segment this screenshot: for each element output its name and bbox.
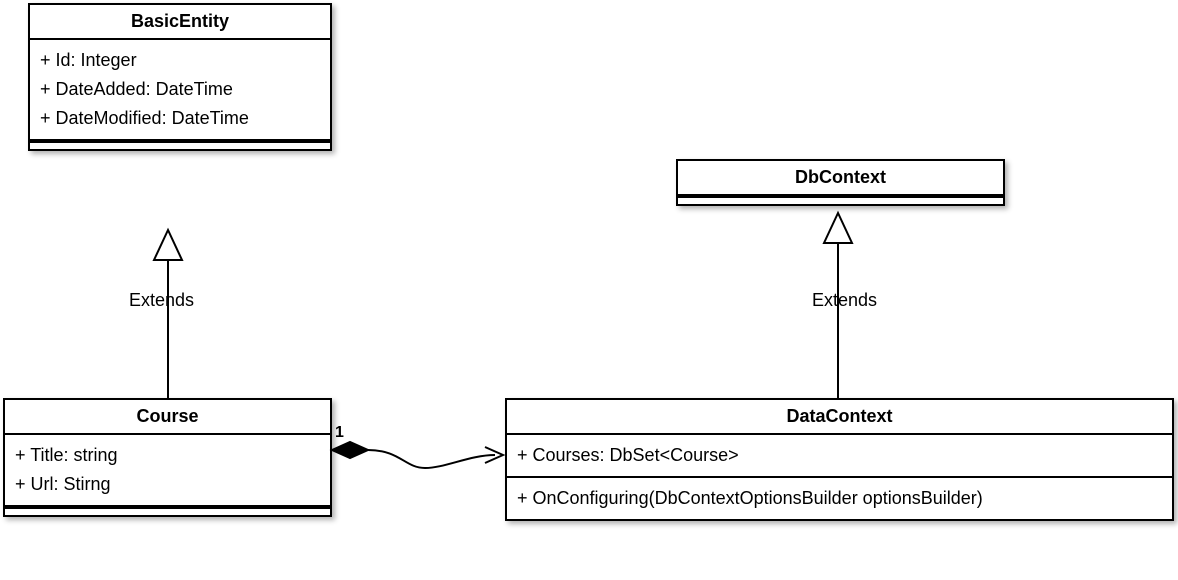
attribute: + Id: Integer xyxy=(40,46,320,75)
class-basicentity: BasicEntity + Id: Integer + DateAdded: D… xyxy=(28,3,332,151)
class-operations-empty xyxy=(30,141,330,149)
attribute: + Title: string xyxy=(15,441,320,470)
arrowhead-icon xyxy=(485,447,503,463)
attribute: + Courses: DbSet<Course> xyxy=(517,441,1162,470)
attribute: + DateAdded: DateTime xyxy=(40,75,320,104)
extends-label: Extends xyxy=(127,290,196,311)
class-datacontext: DataContext + Courses: DbSet<Course> + O… xyxy=(505,398,1174,521)
attribute: + Url: Stirng xyxy=(15,470,320,499)
class-attributes: + Id: Integer + DateAdded: DateTime + Da… xyxy=(30,40,330,141)
inheritance-arrowhead-icon xyxy=(824,213,852,243)
class-operations-empty xyxy=(5,507,330,515)
class-body-empty xyxy=(678,196,1003,204)
class-name: DbContext xyxy=(678,161,1003,196)
class-course: Course + Title: string + Url: Stirng xyxy=(3,398,332,517)
composition-diamond-icon xyxy=(332,442,368,458)
class-name: BasicEntity xyxy=(30,5,330,40)
operation: + OnConfiguring(DbContextOptionsBuilder … xyxy=(517,484,1162,513)
uml-canvas: BasicEntity + Id: Integer + DateAdded: D… xyxy=(0,0,1178,580)
class-operations: + OnConfiguring(DbContextOptionsBuilder … xyxy=(507,478,1172,519)
class-dbcontext: DbContext xyxy=(676,159,1005,206)
class-attributes: + Courses: DbSet<Course> xyxy=(507,435,1172,478)
attribute: + DateModified: DateTime xyxy=(40,104,320,133)
composition-course-datacontext xyxy=(332,442,503,468)
class-name: Course xyxy=(5,400,330,435)
generalization-course-basicentity xyxy=(154,230,182,398)
class-attributes: + Title: string + Url: Stirng xyxy=(5,435,330,507)
multiplicity-label: 1 xyxy=(335,424,344,442)
extends-label: Extends xyxy=(810,290,879,311)
inheritance-arrowhead-icon xyxy=(154,230,182,260)
class-name: DataContext xyxy=(507,400,1172,435)
